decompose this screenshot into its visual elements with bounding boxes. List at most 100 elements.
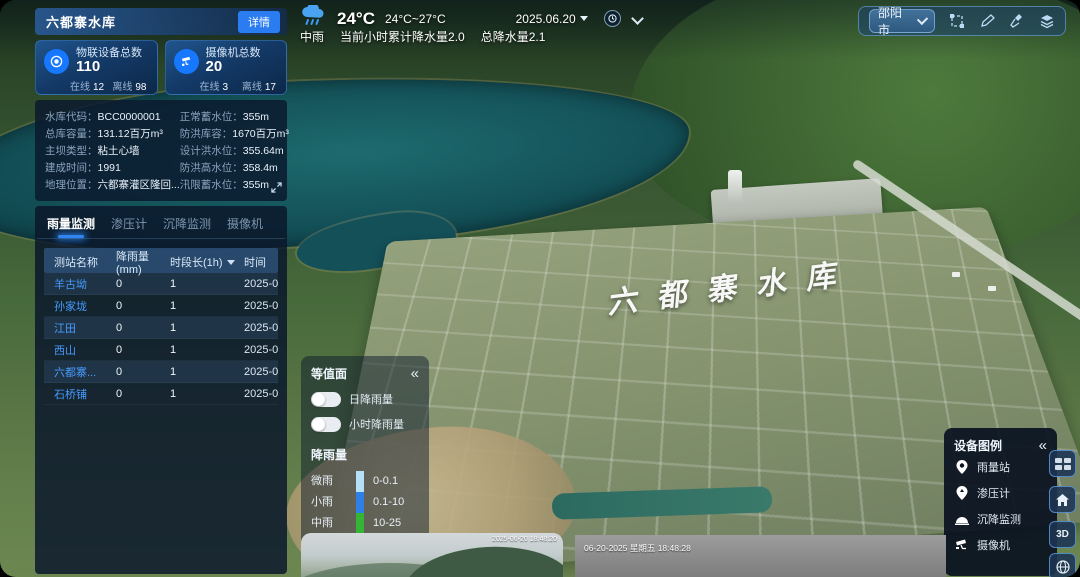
table-row[interactable]: 江田012025-06-20 18:01:3 xyxy=(44,317,278,339)
reservoir-info-panel: 水库代码：BCC0000001 总库容量：131.12百万m³ 主坝类型：粘土心… xyxy=(35,100,287,201)
legend-label: 微雨 xyxy=(311,471,347,492)
clear-broom-icon[interactable] xyxy=(1009,13,1025,30)
device-legend-title: 设备图例 xyxy=(954,437,1002,454)
table-row[interactable]: 六都寨...012025-06-20 18:01:3 xyxy=(44,361,278,383)
daily-rain-toggle-row: 日降雨量 xyxy=(311,391,419,407)
tab-cameras[interactable]: 摄像机 xyxy=(227,215,263,238)
caret-down-icon xyxy=(580,16,588,21)
collapse-icon[interactable] xyxy=(1039,441,1047,451)
offline-count: 离线17 xyxy=(242,78,276,93)
daily-rain-toggle[interactable] xyxy=(311,392,341,407)
app-root: 六都寨水库 24°C 24°C~27°C 2025.06.20 中雨 当前小时累… xyxy=(0,0,1080,577)
layers-icon[interactable] xyxy=(1039,13,1055,30)
rain-station-pin-icon xyxy=(954,460,969,474)
offline-count: 离线98 xyxy=(112,78,146,93)
legend-label: 中雨 xyxy=(311,513,347,534)
measure-pencil-icon[interactable] xyxy=(979,13,995,30)
monitoring-tabs: 雨量监测 渗压计 沉降监测 摄像机 xyxy=(35,206,287,238)
legend-range: 0.1-10 xyxy=(373,492,419,513)
precipitation-summary: 中雨 当前小时累计降水量2.0 总降水量2.1 xyxy=(300,28,545,45)
table-row[interactable]: 羊古坳012025-06-20 18:01:3 xyxy=(44,273,278,295)
area-select-icon[interactable] xyxy=(949,13,965,30)
settlement-gauge-icon xyxy=(954,514,969,525)
camera-icon xyxy=(174,49,199,74)
card-value: 20 xyxy=(206,59,261,75)
tab-seepage-gauge[interactable]: 渗压计 xyxy=(111,215,147,238)
3d-toggle-button[interactable]: 3D xyxy=(1049,521,1076,548)
table-row[interactable]: 西山012025-06-20 18:01:3 xyxy=(44,339,278,361)
table-row[interactable]: 孙家垅012025-06-20 18:01:3 xyxy=(44,295,278,317)
city-select[interactable]: 邵阳市 xyxy=(869,9,935,33)
chevron-down-icon[interactable] xyxy=(631,12,644,25)
seepage-pin-icon xyxy=(954,486,969,500)
expand-icon[interactable] xyxy=(271,180,282,198)
info-column-left: 水库代码：BCC0000001 总库容量：131.12百万m³ 主坝类型：粘土心… xyxy=(45,109,180,192)
col-duration-sort[interactable]: 时段长(1h) xyxy=(170,254,244,270)
info-row: 设计洪水位：355.64m xyxy=(180,143,289,160)
globe-button[interactable] xyxy=(1049,553,1076,577)
cctv-camera-icon xyxy=(954,539,969,551)
info-row: 建成时间：1991 xyxy=(45,160,180,177)
hourly-rain-toggle[interactable] xyxy=(311,417,341,432)
collapse-icon[interactable] xyxy=(411,369,419,379)
toggle-knob xyxy=(312,418,325,431)
sort-caret-icon xyxy=(227,260,235,265)
temperature-range: 24°C~27°C xyxy=(385,12,446,26)
monitoring-panel: 雨量监测 渗压计 沉降监测 摄像机 测站名称 降雨量(mm) 时段长(1h) 时… xyxy=(35,206,287,574)
page-title: 六都寨水库 xyxy=(46,12,116,31)
city-select-value: 邵阳市 xyxy=(878,4,905,38)
chevron-down-icon xyxy=(917,14,928,25)
legend-color xyxy=(356,471,364,492)
video-timestamp: 2025-06-20 18:48:20 xyxy=(492,536,557,543)
date-picker[interactable]: 2025.06.20 xyxy=(516,12,588,26)
split-screen-button[interactable] xyxy=(1049,450,1076,477)
tab-rain-monitoring[interactable]: 雨量监测 xyxy=(47,215,95,238)
hourly-rain-toggle-row: 小时降雨量 xyxy=(311,416,419,432)
legend-color xyxy=(356,492,364,513)
tab-settlement-monitoring[interactable]: 沉降监测 xyxy=(163,215,211,238)
home-button[interactable] xyxy=(1049,486,1076,513)
3d-label: 3D xyxy=(1056,529,1069,540)
map-building xyxy=(988,286,996,291)
map-intake-tower xyxy=(728,170,742,204)
rain-legend-title: 降雨量 xyxy=(311,446,419,463)
toggle-label: 小时降雨量 xyxy=(349,416,404,432)
home-icon xyxy=(1056,494,1069,506)
table-header: 测站名称 降雨量(mm) 时段长(1h) 时间 xyxy=(44,248,278,273)
info-row: 总库容量：131.12百万m³ xyxy=(45,126,180,143)
history-clock-button[interactable] xyxy=(604,10,621,27)
col-station-name: 测站名称 xyxy=(54,254,116,270)
split-screen-icon xyxy=(1055,458,1071,470)
toggle-knob xyxy=(312,393,325,406)
col-time: 时间 xyxy=(244,254,278,270)
detail-button[interactable]: 详情 xyxy=(238,11,280,33)
legend-color xyxy=(356,513,364,534)
online-count: 在线3 xyxy=(200,78,229,93)
hourly-precipitation: 当前小时累计降水量2.0 xyxy=(340,28,465,45)
reservoir-header: 六都寨水库 详情 xyxy=(35,8,287,35)
info-row: 地理位置：六都寨灌区隆回... xyxy=(45,177,180,194)
camera-card[interactable]: 摄像机总数 20 在线3 离线17 xyxy=(165,40,288,95)
globe-icon xyxy=(1056,560,1070,574)
iot-device-icon xyxy=(44,49,69,74)
weather-condition: 中雨 xyxy=(300,28,324,45)
table-body: 羊古坳012025-06-20 18:01:3 孙家垅012025-06-20 … xyxy=(35,273,287,405)
legend-range: 10-25 xyxy=(373,513,419,534)
table-row[interactable]: 石桥铺012025-06-20 18:01:3 xyxy=(44,383,278,405)
video-timestamp: 06-20-2025 星期五 18:48:28 xyxy=(584,542,691,554)
info-row: 水库代码：BCC0000001 xyxy=(45,109,180,126)
online-count: 在线12 xyxy=(70,78,104,93)
camera-video-thumbnail-2[interactable]: 06-20-2025 星期五 18:48:28 xyxy=(575,535,946,577)
contour-title: 等值面 xyxy=(311,365,347,382)
legend-label: 小雨 xyxy=(311,492,347,513)
camera-video-thumbnail-1[interactable]: 2025-06-20 18:48:20 xyxy=(301,533,563,577)
legend-item-camera: 摄像机 xyxy=(954,532,1047,558)
total-precipitation: 总降水量2.1 xyxy=(481,28,546,45)
card-value: 110 xyxy=(76,59,142,75)
iot-device-card[interactable]: 物联设备总数 110 在线12 离线98 xyxy=(35,40,158,95)
legend-item-rain-station: 雨量站 xyxy=(954,454,1047,480)
col-rainfall: 降雨量(mm) xyxy=(116,248,170,276)
current-temperature: 24°C xyxy=(337,9,375,29)
date-value: 2025.06.20 xyxy=(516,12,576,26)
map-toolbar: 邵阳市 xyxy=(858,6,1066,36)
